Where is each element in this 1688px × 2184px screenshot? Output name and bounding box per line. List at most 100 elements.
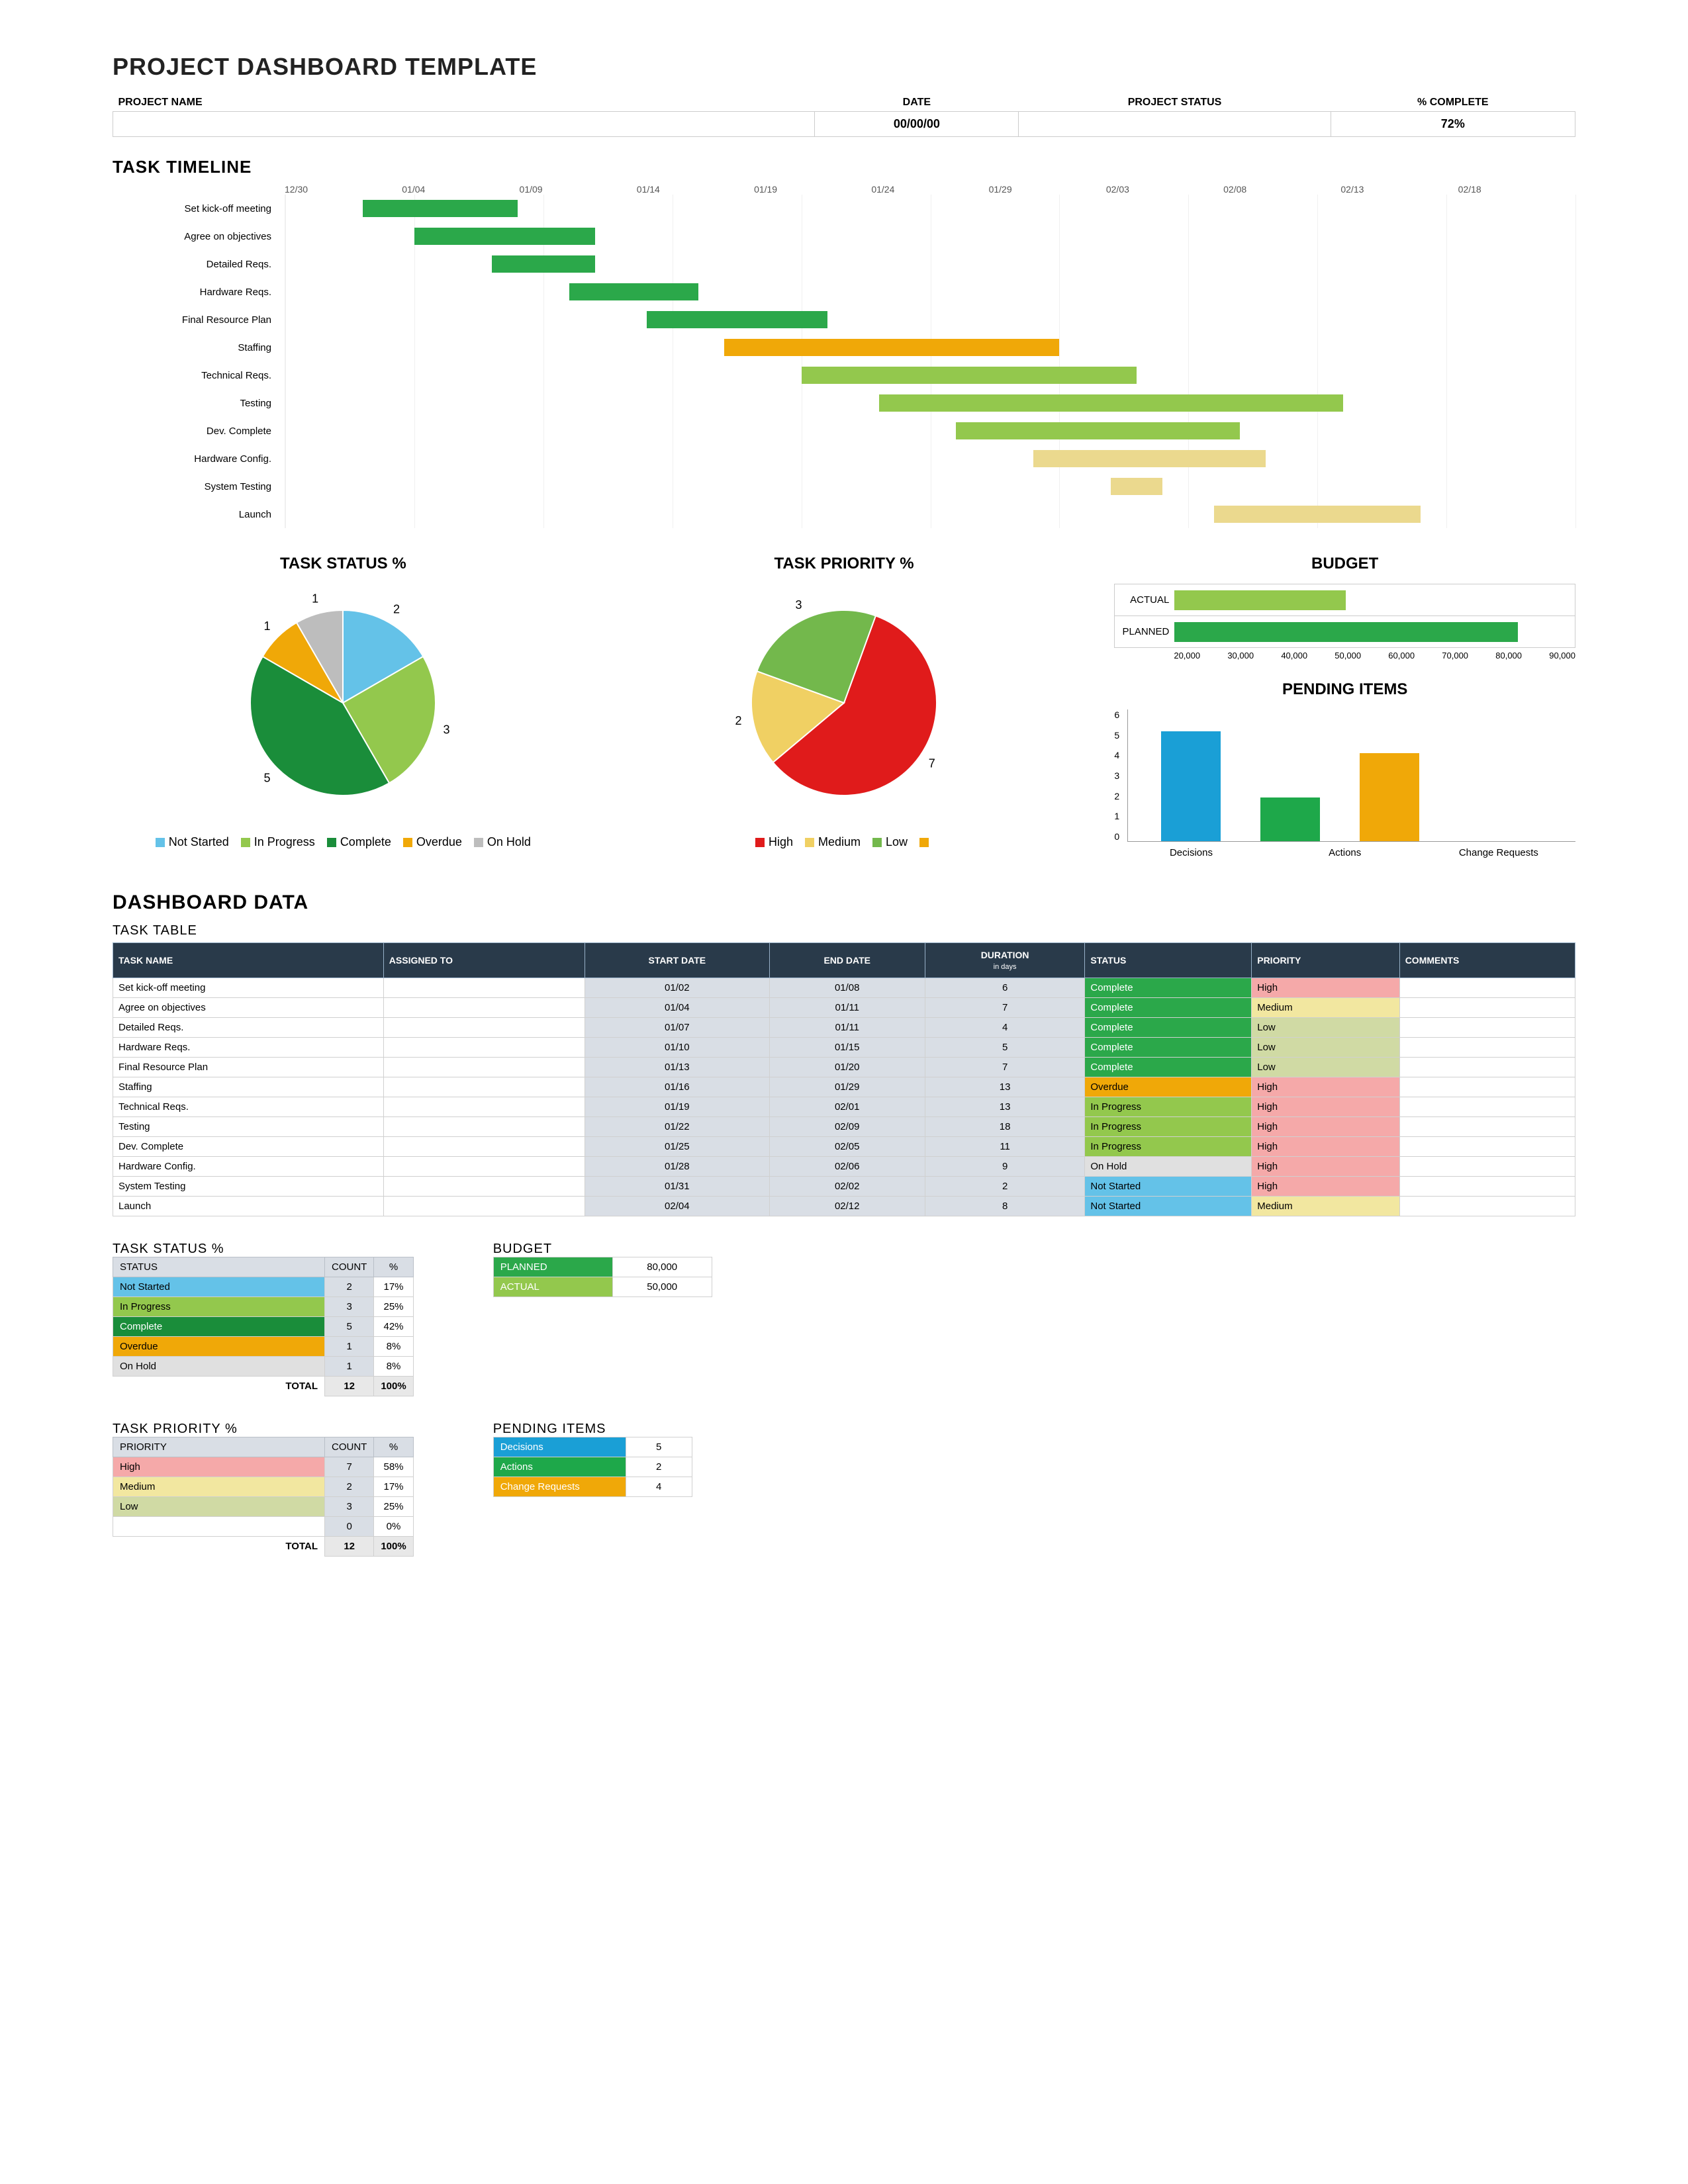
table-row: Set kick-off meeting01/0201/086CompleteH… (113, 978, 1575, 998)
task-status-heading: TASK STATUS % (113, 555, 574, 573)
task-priority-chart: TASK PRIORITY % 723 HighMediumLow (614, 555, 1075, 849)
legend-item: Overdue (403, 835, 462, 849)
legend-label: Not Started (169, 835, 229, 849)
svg-text:1: 1 (264, 619, 271, 633)
legend-swatch (156, 838, 165, 847)
table-row: Testing01/2202/0918In ProgressHigh (113, 1117, 1575, 1137)
gantt-task-label: System Testing (113, 481, 285, 492)
legend-swatch (474, 838, 483, 847)
svg-text:5: 5 (264, 771, 271, 784)
legend-item: Not Started (156, 835, 229, 849)
task-status-chart: TASK STATUS % 23511 Not StartedIn Progre… (113, 555, 574, 849)
table-row: Medium217% (113, 1477, 414, 1497)
legend-swatch (755, 838, 765, 847)
legend-swatch (919, 838, 929, 847)
pending-bar (1360, 753, 1419, 841)
table-row: Overdue18% (113, 1337, 414, 1357)
pending-bar (1161, 731, 1221, 841)
gantt-bar (802, 367, 1137, 384)
label-projectname: PROJECT NAME (113, 94, 815, 112)
table-row: Low325% (113, 1497, 414, 1517)
gantt-bar (569, 283, 698, 300)
task-timeline-heading: TASK TIMELINE (113, 157, 1575, 177)
gantt-task-label: Hardware Reqs. (113, 287, 285, 298)
priority-table-heading: TASK PRIORITY % (113, 1422, 414, 1437)
table-row: On Hold18% (113, 1357, 414, 1377)
label-pctcomplete: % COMPLETE (1331, 94, 1575, 112)
pending-table: Decisions5Actions2Change Requests4 (493, 1437, 692, 1497)
table-row: High758% (113, 1457, 414, 1477)
gantt-bar (414, 228, 595, 245)
legend-swatch (241, 838, 250, 847)
legend-item: Low (872, 835, 908, 849)
priority-table: PRIORITYCOUNT%High758%Medium217%Low325%0… (113, 1437, 414, 1557)
gantt-bar (1111, 478, 1162, 495)
svg-text:2: 2 (735, 714, 741, 727)
table-row: Hardware Reqs.01/1001/155CompleteLow (113, 1038, 1575, 1058)
pending-bar (1260, 797, 1320, 841)
legend-item: Complete (327, 835, 391, 849)
pending-table-heading: PENDING ITEMS (493, 1422, 692, 1437)
gantt-task-label: Set kick-off meeting (113, 203, 285, 214)
legend-item: High (755, 835, 793, 849)
table-row: Final Resource Plan01/1301/207CompleteLo… (113, 1058, 1575, 1077)
pending-heading: PENDING ITEMS (1114, 680, 1575, 699)
legend-label: High (769, 835, 793, 849)
dashboard-data-heading: DASHBOARD DATA (113, 891, 1575, 914)
table-row: Launch02/0402/128Not StartedMedium (113, 1197, 1575, 1216)
value-projectstatus[interactable] (1019, 112, 1331, 137)
status-table: STATUSCOUNT%Not Started217%In Progress32… (113, 1257, 414, 1396)
gantt-task-label: Launch (113, 509, 285, 520)
budget-bar-label: ACTUAL (1115, 594, 1174, 606)
gantt-task-label: Hardware Config. (113, 453, 285, 465)
table-row: ACTUAL50,000 (493, 1277, 712, 1297)
svg-text:3: 3 (444, 723, 450, 737)
legend-swatch (403, 838, 412, 847)
budget-bar-label: PLANNED (1115, 626, 1174, 637)
header-table: PROJECT NAME DATE PROJECT STATUS % COMPL… (113, 94, 1575, 137)
table-row: Technical Reqs.01/1902/0113In ProgressHi… (113, 1097, 1575, 1117)
table-row: Detailed Reqs.01/0701/114CompleteLow (113, 1018, 1575, 1038)
table-row: PLANNED80,000 (493, 1257, 712, 1277)
table-row: Not Started217% (113, 1277, 414, 1297)
gantt-chart: 12/3001/0401/0901/1401/1901/2401/2902/03… (113, 184, 1575, 528)
task-table-heading: TASK TABLE (113, 923, 1575, 938)
table-row: Hardware Config.01/2802/069On HoldHigh (113, 1157, 1575, 1177)
gantt-task-label: Technical Reqs. (113, 370, 285, 381)
value-date[interactable]: 00/00/00 (815, 112, 1019, 137)
svg-text:3: 3 (796, 598, 802, 612)
legend-swatch (872, 838, 882, 847)
table-row: System Testing01/3102/022Not StartedHigh (113, 1177, 1575, 1197)
gantt-bar (956, 422, 1240, 439)
gantt-bar (647, 311, 827, 328)
table-row: In Progress325% (113, 1297, 414, 1317)
label-date: DATE (815, 94, 1019, 112)
budget-table: PLANNED80,000ACTUAL50,000 (493, 1257, 712, 1297)
gantt-task-label: Final Resource Plan (113, 314, 285, 326)
gantt-bar (1033, 450, 1266, 467)
legend-item: On Hold (474, 835, 531, 849)
svg-text:7: 7 (929, 757, 935, 770)
legend-swatch (327, 838, 336, 847)
gantt-task-label: Staffing (113, 342, 285, 353)
table-row: Complete542% (113, 1317, 414, 1337)
budget-bar (1174, 622, 1517, 642)
svg-text:2: 2 (393, 602, 400, 615)
budget-bar (1174, 590, 1346, 610)
table-row: Actions2 (493, 1457, 692, 1477)
value-pctcomplete[interactable]: 72% (1331, 112, 1575, 137)
legend-label: Low (886, 835, 908, 849)
budget-table-heading: BUDGET (493, 1242, 712, 1257)
budget-pending-col: BUDGET ACTUALPLANNED 20,00030,00040,0005… (1114, 555, 1575, 858)
legend-item (919, 835, 933, 849)
table-row: 00% (113, 1517, 414, 1537)
legend-label: Overdue (416, 835, 462, 849)
legend-item: Medium (805, 835, 861, 849)
task-table: TASK NAMEASSIGNED TOSTART DATEEND DATEDU… (113, 942, 1575, 1216)
budget-heading: BUDGET (1114, 555, 1575, 573)
svg-text:1: 1 (312, 592, 318, 605)
gantt-bar (1214, 506, 1421, 523)
value-projectname[interactable] (113, 112, 815, 137)
table-row: Decisions5 (493, 1437, 692, 1457)
gantt-task-label: Dev. Complete (113, 426, 285, 437)
